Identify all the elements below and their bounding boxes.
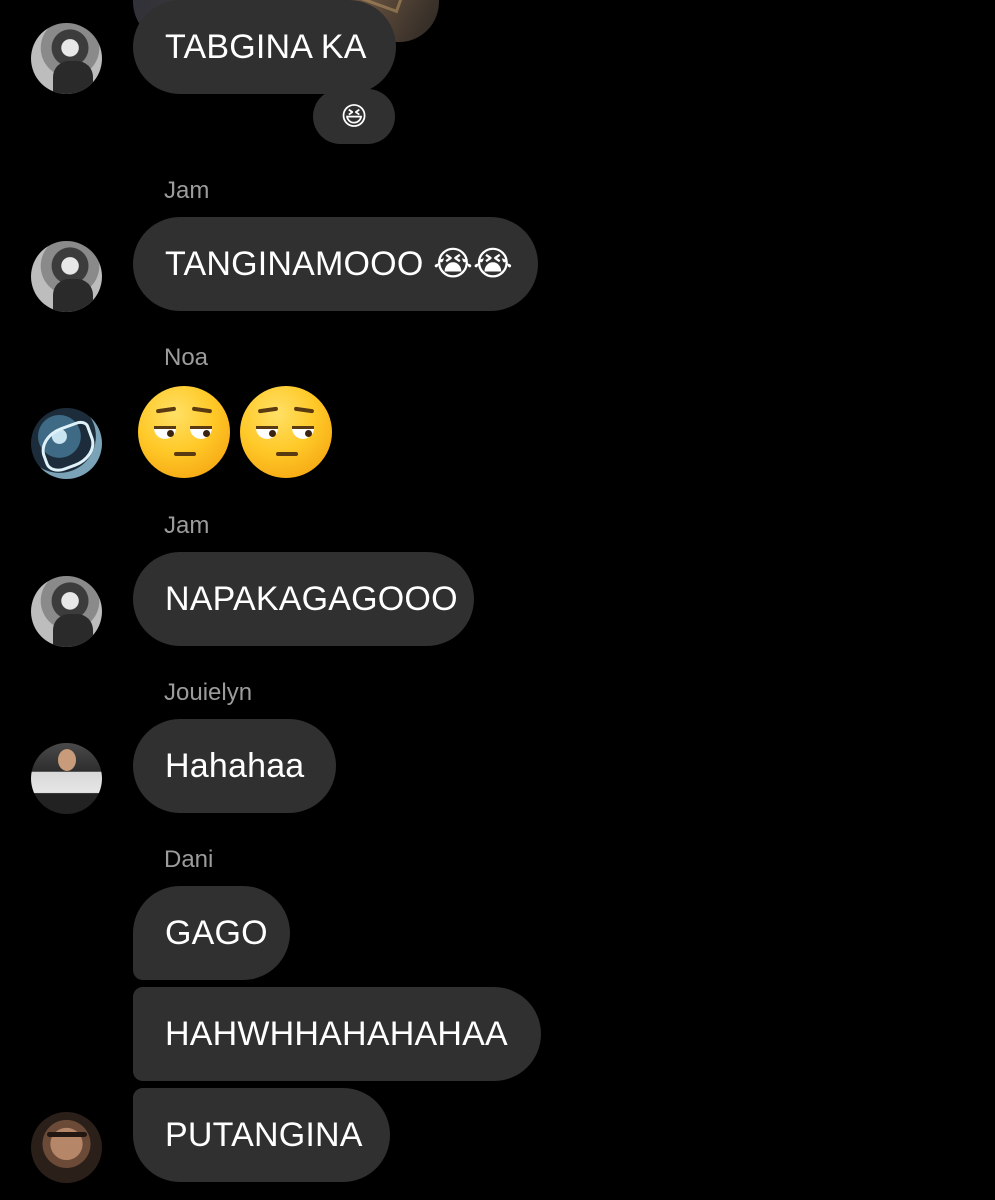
message-bubble[interactable]: NAPAKAGAGOOO: [133, 552, 474, 646]
avatar-dani[interactable]: [31, 1112, 102, 1183]
unamused-face-icon: [240, 386, 332, 478]
sender-name: Jam: [164, 177, 210, 204]
message-text: TANGINAMOOO 😭😭: [165, 245, 513, 283]
message-bubble[interactable]: TABGINA KA: [133, 0, 396, 94]
sender-name: Jam: [164, 512, 210, 539]
message-text: Hahahaa: [165, 746, 305, 785]
message-text: GAGO: [165, 913, 268, 952]
avatar-jouielyn[interactable]: [31, 743, 102, 814]
message-bubble[interactable]: Hahahaa: [133, 719, 336, 813]
reaction-badge[interactable]: 😆: [313, 89, 395, 144]
sender-name: Jouielyn: [164, 679, 253, 706]
sender-name: Noa: [164, 344, 209, 371]
avatar-noa[interactable]: [31, 408, 102, 479]
message-text: HAHWHHAHAHAHAA: [165, 1014, 508, 1053]
unamused-face-icon: [138, 386, 230, 478]
message-text: PUTANGINA: [165, 1115, 363, 1154]
message-text: NAPAKAGAGOOO: [165, 579, 458, 618]
message-bubble[interactable]: GAGO: [133, 886, 290, 980]
laughing-emoji-icon: 😆: [340, 101, 368, 131]
avatar-jam[interactable]: [31, 241, 102, 312]
message-text: TABGINA KA: [165, 27, 367, 66]
avatar-jam[interactable]: [31, 576, 102, 647]
message-bubble[interactable]: PUTANGINA: [133, 1088, 390, 1182]
sender-name: Dani: [164, 846, 214, 873]
message-bubble[interactable]: HAHWHHAHAHAHAA: [133, 987, 541, 1081]
avatar-jam[interactable]: [31, 23, 102, 94]
message-bubble[interactable]: TANGINAMOOO 😭😭: [133, 217, 538, 311]
